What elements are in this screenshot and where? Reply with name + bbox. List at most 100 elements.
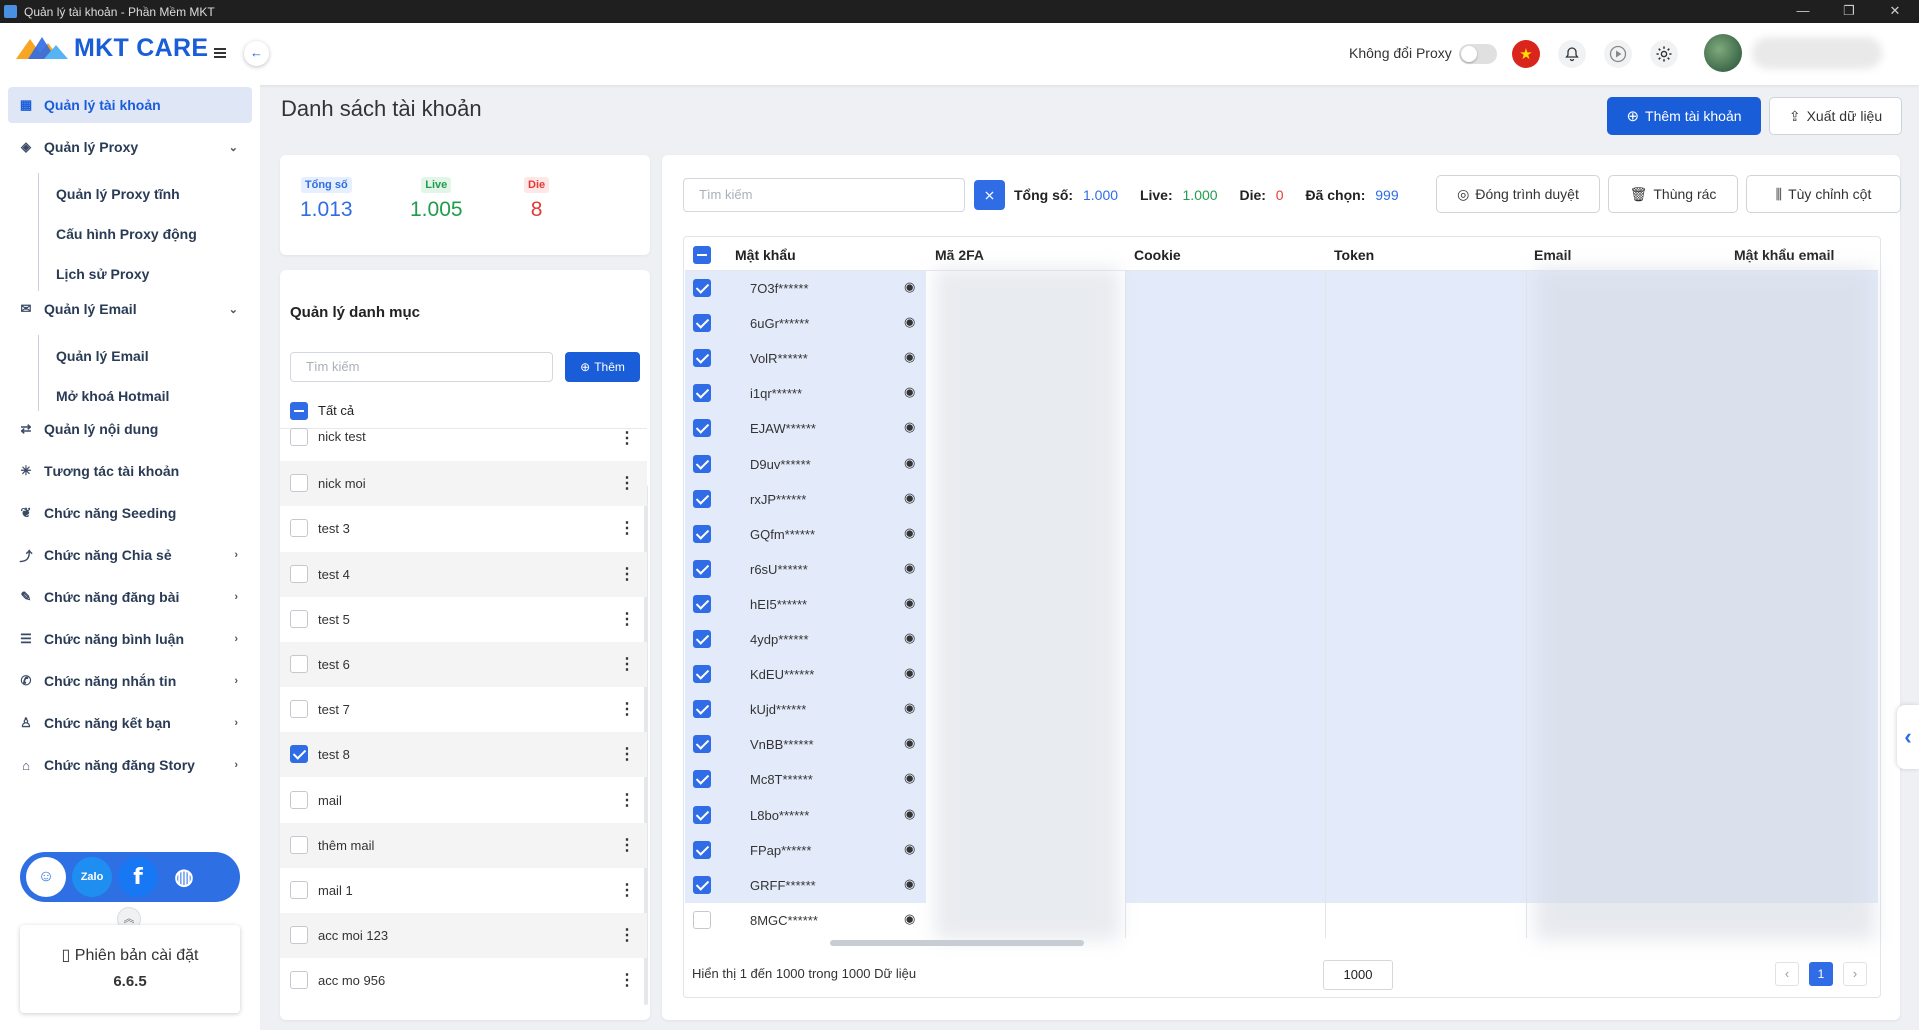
maximize-button[interactable]: ❐ (1826, 0, 1872, 23)
column-header-email-password[interactable]: Mật khẩu email (1734, 247, 1834, 263)
user-avatar[interactable] (1704, 34, 1742, 72)
row-checkbox[interactable] (693, 349, 711, 368)
settings-gear-icon[interactable] (1650, 40, 1678, 68)
row-checkbox[interactable] (693, 279, 711, 297)
category-checkbox[interactable] (290, 881, 308, 899)
more-options-icon[interactable]: ⋮ (619, 925, 635, 945)
prev-page-button[interactable]: ‹ (1775, 962, 1799, 986)
eye-icon[interactable]: ◉ (904, 384, 915, 400)
sidebar-item-story[interactable]: ⌂ Chức năng đăng Story › (8, 747, 252, 783)
sidebar-item-friend[interactable]: ♙ Chức năng kết bạn › (8, 705, 252, 741)
sidebar-item-interaction[interactable]: ✳ Tương tác tài khoản (8, 453, 252, 489)
more-options-icon[interactable]: ⋮ (619, 835, 635, 855)
category-row[interactable]: thêm mail ⋮ (280, 822, 647, 868)
category-row[interactable]: nick moi ⋮ (280, 461, 647, 507)
page-size-select[interactable]: 1000 (1323, 960, 1393, 990)
eye-icon[interactable]: ◉ (904, 490, 915, 506)
add-account-button[interactable]: ⊕ Thêm tài khoản (1607, 97, 1761, 135)
column-header-cookie[interactable]: Cookie (1134, 247, 1181, 263)
row-checkbox[interactable] (693, 770, 711, 789)
eye-icon[interactable]: ◉ (904, 349, 915, 365)
export-data-button[interactable]: ⇪ Xuất dữ liệu (1769, 97, 1902, 135)
category-row[interactable]: mail 1 ⋮ (280, 868, 647, 913)
account-search-input[interactable]: Tìm kiếm (683, 178, 965, 212)
category-checkbox[interactable] (290, 745, 308, 764)
row-checkbox[interactable] (693, 489, 711, 508)
category-row[interactable]: test 7 ⋮ (280, 687, 647, 732)
filter-clear-icon[interactable]: ⨯ (974, 180, 1005, 210)
row-checkbox[interactable] (693, 840, 711, 859)
sidebar-item-email[interactable]: ✉ Quản lý Email ⌄ (8, 291, 252, 327)
more-options-icon[interactable]: ⋮ (619, 790, 635, 810)
eye-icon[interactable]: ◉ (904, 665, 915, 681)
row-checkbox[interactable] (693, 630, 711, 648)
sidebar-item-share[interactable]: ⤴ Chức năng Chia sẻ › (8, 537, 252, 573)
column-header-email[interactable]: Email (1534, 247, 1571, 263)
column-header-2fa[interactable]: Mã 2FA (935, 247, 984, 263)
category-row[interactable]: mail ⋮ (280, 778, 647, 823)
select-all-categories-checkbox[interactable] (290, 402, 308, 420)
eye-icon[interactable]: ◉ (904, 841, 915, 857)
more-options-icon[interactable]: ⋮ (619, 609, 635, 629)
more-options-icon[interactable]: ⋮ (619, 970, 635, 990)
row-checkbox[interactable] (693, 805, 711, 824)
facebook-icon[interactable]: f (118, 857, 158, 897)
menu-icon[interactable] (214, 48, 226, 58)
category-row[interactable]: test 5 ⋮ (280, 597, 647, 642)
more-options-icon[interactable]: ⋮ (619, 654, 635, 674)
logo[interactable]: MKT CARE (14, 33, 208, 63)
row-checkbox[interactable] (693, 910, 711, 929)
category-search-input[interactable]: Tìm kiếm (290, 352, 553, 382)
category-checkbox[interactable] (290, 790, 308, 809)
more-options-icon[interactable]: ⋮ (619, 518, 635, 538)
sidebar-subitem-unlock-hotmail[interactable]: Mở khoá Hotmail (56, 388, 169, 404)
category-checkbox[interactable] (290, 835, 308, 854)
next-page-button[interactable]: › (1843, 962, 1867, 986)
row-checkbox[interactable] (693, 454, 711, 473)
category-checkbox[interactable] (290, 609, 308, 628)
sidebar-item-content[interactable]: ⇄ Quản lý nội dung (8, 411, 252, 447)
horizontal-scrollbar[interactable] (830, 940, 1084, 946)
sidebar-item-post[interactable]: ✎ Chức năng đăng bài › (8, 579, 252, 615)
user-name-blurred[interactable] (1752, 37, 1882, 69)
more-options-icon[interactable]: ⋮ (619, 564, 635, 584)
row-checkbox[interactable] (693, 700, 711, 719)
eye-icon[interactable]: ◉ (904, 911, 915, 927)
zalo-icon[interactable]: Zalo (72, 857, 112, 897)
sidebar-subitem-static-proxy[interactable]: Quản lý Proxy tĩnh (56, 186, 180, 202)
category-row[interactable]: acc moi 123 ⋮ (280, 913, 647, 959)
support-chat-icon[interactable]: ☺ (26, 857, 66, 897)
row-checkbox[interactable] (693, 524, 711, 543)
category-checkbox[interactable] (290, 655, 308, 673)
bell-icon[interactable] (1558, 40, 1586, 68)
more-options-icon[interactable]: ⋮ (619, 428, 635, 448)
column-header-token[interactable]: Token (1334, 247, 1374, 263)
row-checkbox[interactable] (693, 419, 711, 438)
eye-icon[interactable]: ◉ (904, 595, 915, 611)
more-options-icon[interactable]: ⋮ (619, 880, 635, 900)
eye-icon[interactable]: ◉ (904, 806, 915, 822)
eye-icon[interactable]: ◉ (904, 700, 915, 716)
minimize-button[interactable]: — (1780, 0, 1826, 23)
globe-icon[interactable]: ◍ (164, 857, 204, 897)
customize-columns-button[interactable]: ⫼ Tùy chỉnh cột (1746, 175, 1901, 213)
category-row[interactable]: acc mo 956 ⋮ (280, 958, 647, 1003)
sidebar-item-proxy[interactable]: ◈ Quản lý Proxy ⌄ (8, 129, 252, 165)
category-checkbox[interactable] (290, 519, 308, 538)
close-browser-button[interactable]: ◎ Đóng trình duyệt (1436, 175, 1600, 213)
category-checkbox[interactable] (290, 564, 308, 583)
select-all-rows-checkbox[interactable] (693, 246, 711, 264)
eye-icon[interactable]: ◉ (904, 560, 915, 576)
category-checkbox[interactable] (290, 700, 308, 719)
row-checkbox[interactable] (693, 665, 711, 684)
eye-icon[interactable]: ◉ (904, 876, 915, 892)
eye-icon[interactable]: ◉ (904, 279, 915, 295)
row-checkbox[interactable] (693, 314, 711, 333)
category-row[interactable]: test 4 ⋮ (280, 551, 647, 597)
more-options-icon[interactable]: ⋮ (619, 699, 635, 719)
sidebar-item-account-management[interactable]: ▦ Quản lý tài khoản (8, 87, 252, 123)
eye-icon[interactable]: ◉ (904, 525, 915, 541)
side-panel-toggle-chevron-icon[interactable]: ‹ (1897, 705, 1919, 769)
row-checkbox[interactable] (693, 735, 711, 754)
play-icon[interactable] (1604, 40, 1632, 68)
